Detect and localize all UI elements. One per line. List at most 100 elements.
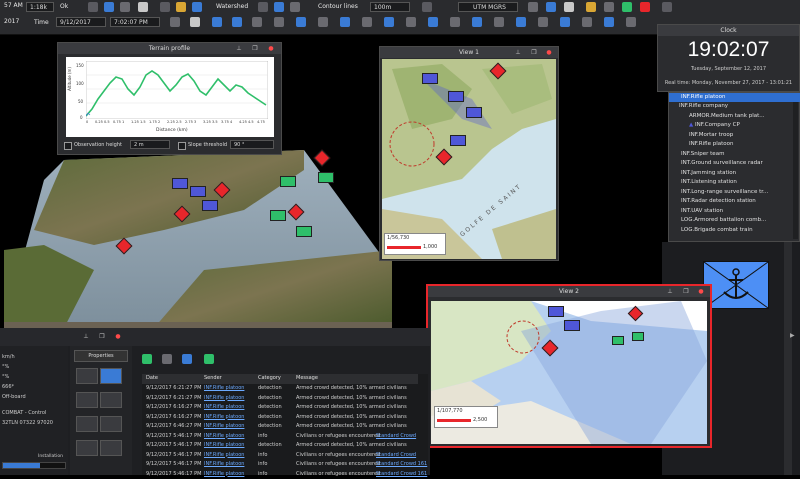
phase-line-icon[interactable] [538,17,548,27]
restore-icon[interactable]: ❐ [682,288,690,295]
neutral-unit-icon[interactable] [296,226,312,237]
target-icon[interactable] [252,17,262,27]
symbol-icon[interactable] [472,17,482,27]
observation-height-checkbox[interactable] [64,142,72,150]
filter-icon[interactable] [120,2,130,12]
pointer-icon[interactable] [212,17,222,27]
neutral-unit-icon[interactable] [632,332,644,341]
date-field[interactable]: 9/12/2017 [56,17,106,27]
weather-icon[interactable] [586,2,596,12]
orbat-item[interactable]: LOG.Brigade combat train [669,226,753,235]
neutral-unit-icon[interactable] [612,336,624,345]
layout-tile[interactable] [76,440,98,456]
time-field[interactable]: 7:02:07 PM [110,17,160,27]
friendly-unit-icon[interactable] [466,107,482,118]
layers-icon[interactable] [88,2,98,12]
friendly-unit-icon[interactable] [190,186,206,197]
orbat-item[interactable]: INF.Rifle company [669,102,728,111]
orbat-item[interactable]: INF.Sniper team [669,150,724,159]
friendly-unit-icon[interactable] [548,306,564,317]
green-status-icon[interactable] [622,2,632,12]
funnel-icon[interactable] [232,17,242,27]
grid-system-select[interactable]: UTM MGRS [458,2,518,12]
layout-tile[interactable] [100,440,122,456]
elevation-icon[interactable] [422,2,432,12]
close-icon[interactable]: ● [545,49,553,56]
contour-icon[interactable] [258,2,268,12]
friendly-unit-icon[interactable] [564,320,580,331]
neutral-unit-icon[interactable] [270,210,286,221]
sun-icon[interactable] [176,2,186,12]
contour-interval-select[interactable]: 100m [370,2,410,12]
sector-icon[interactable] [516,17,526,27]
close-icon[interactable]: ● [697,288,705,295]
orbat-item[interactable]: INF.Mortar troop [669,131,733,140]
grid-icon[interactable] [138,2,148,12]
circle-icon[interactable] [406,17,416,27]
contour-lines-label[interactable]: Contour lines [318,3,358,10]
close-icon[interactable]: ● [267,45,275,52]
layout-tile[interactable] [76,416,98,432]
friendly-unit-icon[interactable] [202,200,218,211]
red-status-icon[interactable] [640,2,650,12]
table-row[interactable]: 9/12/2017 5:46:17 PM INF.Rifle platoon d… [142,441,418,451]
orbat-item[interactable]: ARMOR.Medium tank plat... [669,112,765,121]
pin-icon[interactable]: ⊥ [82,333,90,340]
minefield-icon[interactable] [604,17,614,27]
window-icon[interactable] [604,2,614,12]
shade-icon[interactable] [290,2,300,12]
orbat-item[interactable]: INT.Ground surveillance radar [669,159,763,168]
restore-icon[interactable]: ❐ [251,45,259,52]
table-row[interactable]: 9/12/2017 5:46:17 PM INF.Rifle platoon i… [142,432,418,442]
pin-icon[interactable]: ⊥ [235,45,243,52]
polyline-icon[interactable] [384,17,394,27]
restore-icon[interactable]: ❐ [98,333,106,340]
boundary-icon[interactable] [560,17,570,27]
image-icon[interactable] [182,354,192,364]
friendly-unit-icon[interactable] [422,73,438,84]
layout-tile[interactable] [100,416,122,432]
observation-height-field[interactable]: 2 m [130,140,170,149]
orbat-item[interactable]: LOG.Armored battalion comb... [669,216,766,225]
watershed-label[interactable]: Watershed [216,3,248,10]
obstacle-icon[interactable] [582,17,592,27]
orbat-item[interactable]: INT.Jamming station [669,169,736,178]
col-header-message[interactable]: Message [296,374,318,384]
table-row[interactable]: 9/12/2017 6:16:27 PM INF.Rifle platoon d… [142,403,418,413]
mute-icon[interactable] [162,354,172,364]
orbat-item[interactable]: INT.Radar detection station [669,197,756,206]
terrain-icon[interactable] [192,2,202,12]
orbat-item[interactable]: INT.Listening station [669,178,737,187]
add-event-icon[interactable] [142,354,152,364]
globe-icon[interactable] [546,2,556,12]
settings-icon[interactable] [528,2,538,12]
neutral-unit-icon[interactable] [318,172,334,183]
radar-icon[interactable] [274,17,284,27]
table-row[interactable]: 9/12/2017 6:16:27 PM INF.Rifle platoon d… [142,413,418,423]
slope-threshold-checkbox[interactable] [178,142,186,150]
path-icon[interactable] [340,17,350,27]
col-header-date[interactable]: Date [146,374,158,384]
scroll-arrow-icon[interactable]: ▶ [790,332,795,339]
table-row[interactable]: 9/12/2017 5:46:17 PM INF.Rifle platoon i… [142,460,418,470]
orbat-item[interactable]: INT.Long-range surveillance tr... [669,188,768,197]
measure-icon[interactable] [160,2,170,12]
export-icon[interactable] [626,17,636,27]
neutral-unit-icon[interactable] [280,176,296,187]
water-icon[interactable] [274,2,284,12]
friendly-unit-icon[interactable] [448,91,464,102]
layout-tile[interactable] [100,392,122,408]
table-row[interactable]: 9/12/2017 6:46:27 PM INF.Rifle platoon d… [142,422,418,432]
notes-icon[interactable] [662,2,672,12]
orbat-scrollbar[interactable] [793,95,798,239]
draw-icon[interactable] [428,17,438,27]
arrow-icon[interactable] [494,17,504,27]
map-icon[interactable] [104,2,114,12]
camera-icon[interactable] [564,2,574,12]
text-tool-icon[interactable] [450,17,460,27]
restore-icon[interactable]: ❐ [530,49,538,56]
rewind-icon[interactable] [170,17,180,27]
table-row[interactable]: 9/12/2017 6:21:27 PM INF.Rifle platoon d… [142,394,418,404]
properties-button[interactable]: Properties [74,350,128,362]
col-header-category[interactable]: Category [258,374,281,384]
